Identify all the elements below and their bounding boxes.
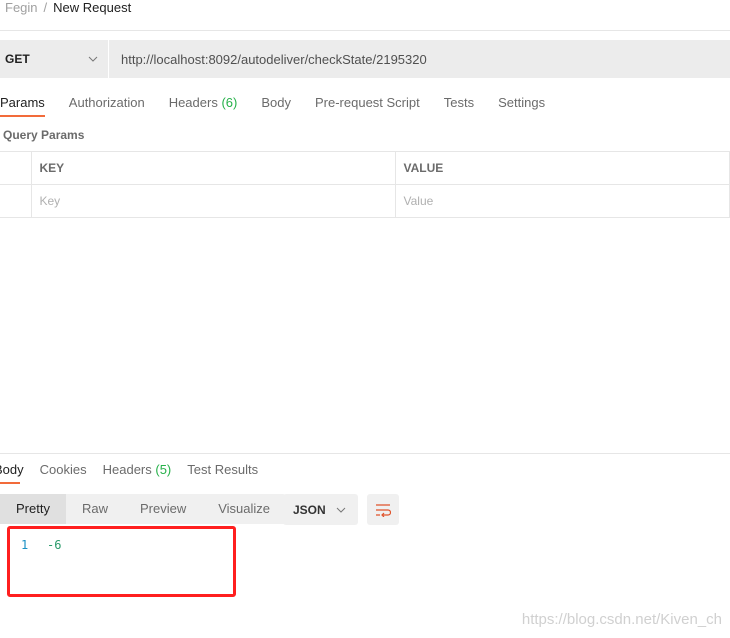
tab-authorization[interactable]: Authorization [57, 89, 157, 117]
tab-response-headers[interactable]: Headers (5) [95, 456, 180, 484]
watermark: https://blog.csdn.net/Kiven_ch [521, 611, 722, 628]
tab-cookies[interactable]: Cookies [32, 456, 95, 484]
tab-pre-request-script[interactable]: Pre-request Script [303, 89, 432, 117]
key-input[interactable]: Key [30, 184, 396, 218]
tab-test-results[interactable]: Test Results [179, 456, 266, 484]
view-preview[interactable]: Preview [124, 494, 202, 524]
wrap-icon [376, 503, 391, 517]
value-input[interactable]: Value [394, 184, 730, 218]
line-number: 1 [21, 538, 29, 552]
tab-body[interactable]: Body [249, 89, 303, 117]
breadcrumb-request[interactable]: New Request [53, 0, 131, 15]
view-raw[interactable]: Raw [66, 494, 124, 524]
method-select[interactable]: GET [0, 40, 108, 78]
response-tabs: Body Cookies Headers (5) Test Results [0, 456, 266, 484]
view-visualize[interactable]: Visualize [202, 494, 286, 524]
wrap-lines-button[interactable] [367, 494, 399, 525]
breadcrumb-collection[interactable]: Fegin [5, 0, 38, 15]
chevron-down-icon [336, 507, 346, 513]
view-mode-selector: Pretty Raw Preview Visualize [0, 494, 287, 524]
tab-headers[interactable]: Headers (6) [157, 89, 250, 117]
view-pretty[interactable]: Pretty [0, 494, 66, 524]
tab-response-body[interactable]: Body [0, 456, 32, 484]
tab-settings[interactable]: Settings [486, 89, 557, 117]
response-value: -6 [47, 538, 62, 552]
value-header: VALUE [394, 151, 730, 185]
query-params-title: Query Params [3, 128, 85, 142]
tab-tests[interactable]: Tests [432, 89, 486, 117]
divider [0, 453, 730, 454]
highlight-box [7, 526, 236, 597]
query-params-table: KEY VALUE Key Value [0, 151, 730, 218]
request-tabs: Params Authorization Headers (6) Body Pr… [0, 89, 557, 117]
divider [0, 30, 730, 31]
format-select[interactable]: JSON [283, 494, 358, 525]
key-header: KEY [30, 151, 396, 185]
url-input[interactable]: http://localhost:8092/autodeliver/checkS… [109, 40, 730, 78]
breadcrumb: Fegin / New Request [5, 0, 132, 15]
tab-params[interactable]: Params [0, 89, 57, 117]
chevron-down-icon [88, 56, 98, 62]
